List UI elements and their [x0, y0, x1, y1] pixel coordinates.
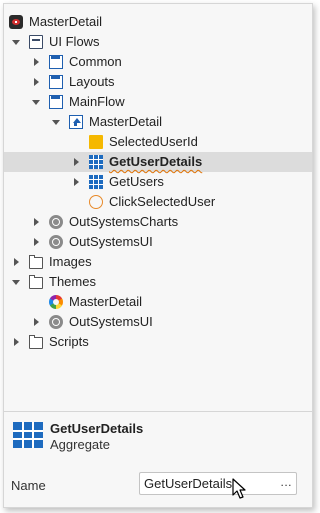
tree-item-label: Images	[49, 254, 92, 269]
module-tree-panel: MasterDetail UI Flows Common Layouts Mai…	[3, 3, 313, 508]
chevron-right-icon[interactable]	[31, 72, 43, 92]
chevron-right-icon[interactable]	[31, 52, 43, 72]
chevron-right-icon[interactable]	[71, 172, 83, 192]
screen-icon	[69, 115, 83, 129]
tree-item-label: MasterDetail	[69, 294, 142, 309]
tree-item-label: OutSystemsUI	[69, 314, 153, 329]
tree-item-label: Common	[69, 54, 122, 69]
chevron-down-icon[interactable]	[11, 272, 23, 292]
name-field[interactable]: GetUserDetails ...	[139, 472, 297, 495]
name-label: Name	[11, 478, 46, 493]
chevron-right-icon[interactable]	[11, 252, 23, 272]
tree-item-get-users[interactable]: GetUsers	[4, 172, 312, 192]
tree-item-layouts[interactable]: Layouts	[4, 72, 312, 92]
client-action-icon	[89, 195, 103, 209]
tree-item-label: MasterDetail	[29, 14, 102, 29]
folder-icon	[28, 255, 43, 269]
tree-item-label: OutSystemsCharts	[69, 214, 179, 229]
tree-item-root[interactable]: MasterDetail	[4, 12, 312, 32]
tree-item-label: GetUserDetails	[109, 154, 203, 169]
tree-item-masterdetail-screen[interactable]: MasterDetail	[4, 112, 312, 132]
aggregate-icon	[13, 422, 43, 448]
tree-item-theme-outsystemsui[interactable]: OutSystemsUI	[4, 312, 312, 332]
tree-item-scripts[interactable]: Scripts	[4, 332, 312, 352]
folder-icon	[28, 335, 43, 349]
more-options-button[interactable]: ...	[280, 475, 292, 489]
flow-icon	[49, 55, 63, 69]
aggregate-icon	[89, 175, 103, 189]
tree-item-label: Themes	[49, 274, 96, 289]
folder-icon	[28, 275, 43, 289]
chevron-down-icon[interactable]	[31, 92, 43, 112]
flow-icon	[49, 75, 63, 89]
tree-item-outsystems-ui[interactable]: OutSystemsUI	[4, 232, 312, 252]
tree-item-get-user-details[interactable]: GetUserDetails	[4, 152, 312, 172]
aggregate-icon	[89, 155, 103, 169]
tree-item-common[interactable]: Common	[4, 52, 312, 72]
tree-item-images[interactable]: Images	[4, 252, 312, 272]
chevron-right-icon[interactable]	[31, 312, 43, 332]
dependency-icon	[49, 215, 63, 229]
tree-item-label: Layouts	[69, 74, 115, 89]
tree-item-ui-flows[interactable]: UI Flows	[4, 32, 312, 52]
tree-item-theme-masterdetail[interactable]: MasterDetail	[4, 292, 312, 312]
tree-item-label: GetUsers	[109, 174, 164, 189]
tree-item-outsystems-charts[interactable]: OutSystemsCharts	[4, 212, 312, 232]
tree-item-mainflow[interactable]: MainFlow	[4, 92, 312, 112]
chevron-right-icon[interactable]	[71, 152, 83, 172]
flow-icon	[49, 95, 63, 109]
dependency-icon	[49, 235, 63, 249]
tree-item-selected-user-id[interactable]: SelectedUserId	[4, 132, 312, 152]
properties-title: GetUserDetails	[50, 421, 144, 436]
dependency-icon	[49, 315, 63, 329]
tree-item-label: ClickSelectedUser	[109, 194, 216, 209]
app-icon	[9, 15, 23, 29]
mouse-cursor-icon	[232, 478, 246, 499]
chevron-right-icon[interactable]	[31, 232, 43, 252]
tree-item-label: Scripts	[49, 334, 89, 349]
module-tree: MasterDetail UI Flows Common Layouts Mai…	[4, 12, 312, 352]
ui-flows-icon	[29, 35, 43, 49]
tree-item-label: SelectedUserId	[109, 134, 198, 149]
chevron-down-icon[interactable]	[51, 112, 63, 132]
tree-item-label: MainFlow	[69, 94, 125, 109]
chevron-right-icon[interactable]	[11, 332, 23, 352]
properties-panel: GetUserDetails Aggregate Name GetUserDet…	[4, 412, 312, 507]
properties-type: Aggregate	[50, 437, 110, 452]
chevron-down-icon[interactable]	[11, 32, 23, 52]
tree-item-click-selected-user[interactable]: ClickSelectedUser	[4, 192, 312, 212]
theme-icon	[49, 295, 63, 309]
tree-item-label: OutSystemsUI	[69, 234, 153, 249]
chevron-right-icon[interactable]	[31, 212, 43, 232]
local-variable-icon	[89, 135, 103, 149]
tree-item-label: MasterDetail	[89, 114, 162, 129]
tree-item-themes[interactable]: Themes	[4, 272, 312, 292]
name-field-value[interactable]: GetUserDetails	[144, 476, 232, 491]
tree-item-label: UI Flows	[49, 34, 100, 49]
